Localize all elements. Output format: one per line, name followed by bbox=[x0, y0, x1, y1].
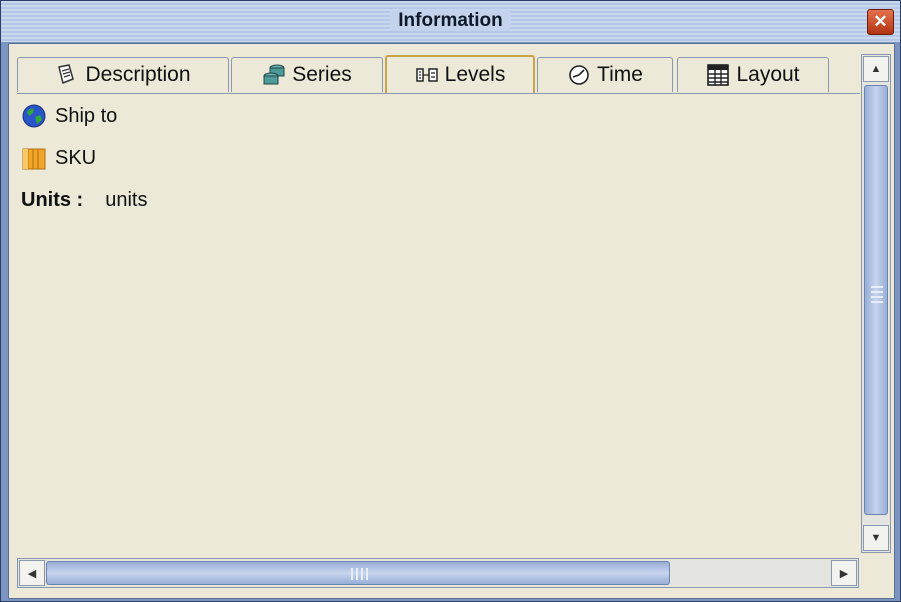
units-value: units bbox=[105, 188, 148, 211]
levels-panel: Ship to SKU Units : units bbox=[17, 95, 860, 555]
tab-layout[interactable]: Layout bbox=[677, 57, 829, 92]
level-label: SKU bbox=[55, 146, 97, 169]
close-button[interactable]: ✕ bbox=[867, 9, 894, 35]
level-item-sku[interactable]: SKU bbox=[21, 143, 96, 173]
box-icon bbox=[22, 148, 46, 170]
tab-divider bbox=[17, 93, 860, 94]
vertical-scrollbar[interactable]: ▲ ▼ bbox=[861, 54, 891, 553]
tab-time[interactable]: Time bbox=[537, 57, 673, 92]
clock-icon bbox=[569, 65, 589, 85]
level-item-ship-to[interactable]: Ship to bbox=[21, 101, 117, 131]
units-label: Units : bbox=[21, 188, 84, 211]
layout-icon bbox=[707, 64, 730, 86]
title-bar[interactable]: Information ✕ bbox=[1, 1, 900, 42]
tab-label: Layout bbox=[736, 63, 800, 86]
vertical-scroll-thumb[interactable] bbox=[864, 85, 888, 515]
scrollbar-corner bbox=[861, 558, 891, 588]
horizontal-scroll-thumb[interactable] bbox=[46, 561, 670, 585]
levels-icon bbox=[415, 68, 438, 82]
scroll-right-button[interactable]: ▶ bbox=[831, 560, 857, 586]
series-icon bbox=[263, 64, 285, 85]
tab-label: Description bbox=[85, 63, 191, 86]
tab-strip: Description Series Levels Time Layout bbox=[17, 55, 867, 95]
tab-label: Series bbox=[292, 63, 352, 86]
scroll-up-button[interactable]: ▲ bbox=[863, 56, 889, 82]
level-label: Ship to bbox=[55, 104, 118, 127]
information-window: Information ✕ Description Series Levels … bbox=[0, 0, 901, 602]
scroll-left-button[interactable]: ◀ bbox=[19, 560, 45, 586]
units-row: Units : units bbox=[21, 185, 147, 215]
tab-label: Levels bbox=[444, 63, 506, 86]
globe-icon bbox=[22, 104, 46, 128]
window-body: Description Series Levels Time Layout Sh… bbox=[8, 43, 895, 599]
description-icon bbox=[58, 64, 75, 85]
tab-series[interactable]: Series bbox=[231, 57, 383, 92]
tab-description[interactable]: Description bbox=[17, 57, 229, 92]
scroll-down-button[interactable]: ▼ bbox=[863, 525, 889, 551]
horizontal-scrollbar[interactable]: ◀ ▶ bbox=[17, 558, 859, 588]
tab-label: Time bbox=[597, 63, 643, 86]
tab-levels[interactable]: Levels bbox=[385, 55, 535, 93]
window-title: Information bbox=[390, 10, 511, 31]
